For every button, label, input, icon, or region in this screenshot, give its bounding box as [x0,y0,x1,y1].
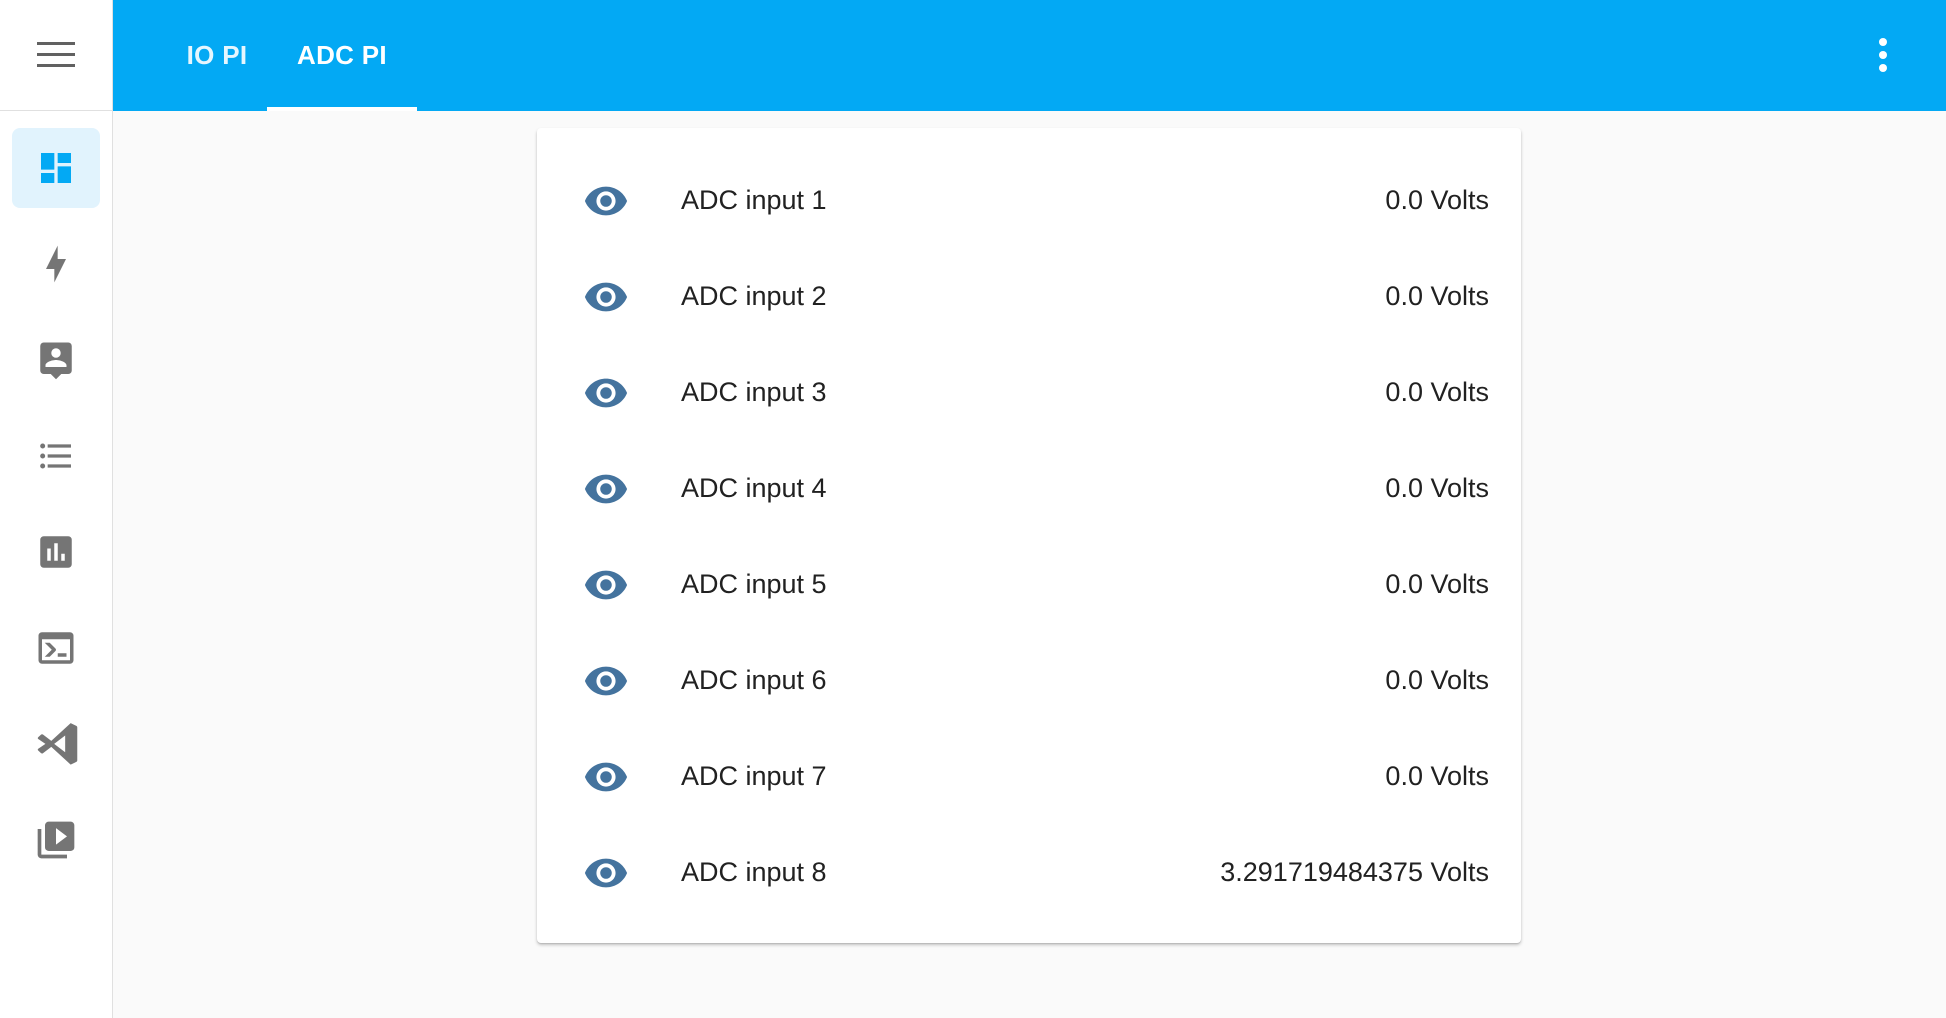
sidebar-item-history[interactable] [12,512,100,592]
bar-chart-icon [35,531,77,573]
entity-state: 0.0 Volts [1385,569,1489,599]
account-box-icon [35,338,77,382]
entity-row-8[interactable]: ADC input 8 3.291719484375 Volts [537,824,1521,920]
top-app-bar: IO PI ADC PI [113,0,1946,111]
eye-icon [583,658,629,704]
entity-name: ADC input 7 [681,761,827,791]
entity-row-2[interactable]: ADC input 2 0.0 Volts [537,248,1521,344]
entity-row-3[interactable]: ADC input 3 0.0 Volts [537,344,1521,440]
entities-card: ADC input 1 0.0 Volts ADC input 2 0.0 Vo… [537,128,1521,943]
entity-name: ADC input 4 [681,473,827,503]
eye-icon [583,178,629,224]
sidebar-item-media[interactable] [12,800,100,880]
hamburger-menu-icon[interactable] [37,42,75,68]
entity-name: ADC input 3 [681,377,827,407]
sidebar-item-overview[interactable] [12,128,100,208]
tab-label: IO PI [186,40,248,70]
entity-name: ADC input 2 [681,281,827,311]
entity-row-4[interactable]: ADC input 4 0.0 Volts [537,440,1521,536]
eye-icon [583,370,629,416]
entity-name: ADC input 6 [681,665,827,695]
entity-state: 0.0 Volts [1385,473,1489,503]
entity-name: ADC input 8 [681,857,827,887]
eye-icon [583,274,629,320]
entity-state: 0.0 Volts [1385,665,1489,695]
sidebar-item-people[interactable] [12,320,100,400]
entity-name: ADC input 5 [681,569,827,599]
tab-label: ADC PI [297,40,387,70]
entity-row-7[interactable]: ADC input 7 0.0 Volts [537,728,1521,824]
entity-row-5[interactable]: ADC input 5 0.0 Volts [537,536,1521,632]
eye-icon [583,562,629,608]
entity-row-1[interactable]: ADC input 1 0.0 Volts [537,152,1521,248]
code-editor-icon [34,722,78,766]
entity-state: 0.0 Volts [1385,185,1489,215]
eye-icon [583,754,629,800]
lightning-bolt-icon [36,242,76,286]
entity-state: 3.291719484375 Volts [1220,857,1489,887]
tab-io-pi[interactable]: IO PI [150,0,284,111]
sidebar-item-energy[interactable] [12,224,100,304]
terminal-icon [34,627,78,669]
sidebar-item-logbook[interactable] [12,416,100,496]
entity-state: 0.0 Volts [1385,377,1489,407]
entity-state: 0.0 Volts [1385,281,1489,311]
list-icon [35,436,77,476]
more-vertical-icon [1878,37,1888,73]
overflow-menu-button[interactable] [1860,32,1906,78]
entity-state: 0.0 Volts [1385,761,1489,791]
eye-icon [583,850,629,896]
sidebar [0,0,113,1018]
eye-icon [583,466,629,512]
dashboard-icon [36,148,76,188]
entity-row-6[interactable]: ADC input 6 0.0 Volts [537,632,1521,728]
sidebar-item-terminal[interactable] [12,608,100,688]
sidebar-item-code-editor[interactable] [12,704,100,784]
media-library-icon [34,818,78,862]
entity-name: ADC input 1 [681,185,827,215]
sidebar-header [0,0,112,111]
tab-adc-pi[interactable]: ADC PI [267,0,417,111]
